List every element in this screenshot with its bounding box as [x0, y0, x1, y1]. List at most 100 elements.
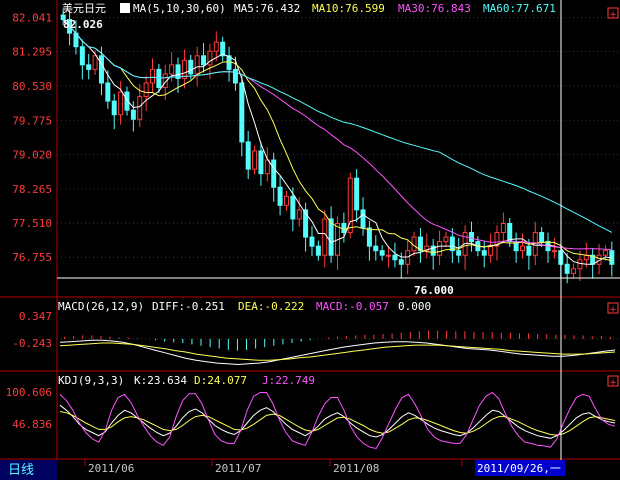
expand-price-glyph: + [609, 10, 617, 20]
candle-body [443, 236, 449, 243]
candle-body [105, 82, 111, 102]
kdj-j-line [59, 391, 616, 450]
kdj-d: D:24.077 [194, 374, 247, 387]
kdj-y-tick: 46.836 [12, 418, 52, 431]
kdj-y-tick: 100.606 [6, 386, 52, 399]
candle-body [398, 259, 404, 265]
candle-body [213, 41, 219, 52]
candle-body [194, 55, 200, 75]
price-y-tick: 79.775 [12, 114, 52, 127]
ma5-value: MA5:76.432 [234, 2, 300, 15]
candle-body [258, 150, 264, 175]
kdj-k-line [59, 404, 616, 439]
candle-body [92, 55, 98, 70]
stock-chart: 美元日元 MA(5,10,30,60) MA5:76.432 MA10:76.5… [0, 0, 620, 480]
symbol-name: 美元日元 [62, 2, 106, 15]
date-label: 2011/06 [88, 462, 134, 475]
candle-body [520, 245, 525, 252]
candle-body [79, 46, 85, 66]
candle-body [239, 82, 245, 143]
candle-body [188, 59, 194, 75]
price-y-axis: 82.041 81.295 80.530 79.775 79.020 78.265 77.5… [12, 12, 52, 265]
price-y-tick: 80.530 [12, 80, 52, 93]
period-tab-label: 日线 [8, 463, 34, 478]
candle-body [386, 254, 392, 257]
candle-body [341, 222, 347, 234]
macd-diff: DIFF:-0.251 [152, 300, 225, 313]
candle-body [315, 245, 321, 256]
candle-body [526, 245, 532, 256]
candle-body [373, 245, 379, 252]
candle-body [86, 64, 92, 70]
cursor-date: 2011/09/26,一 [477, 462, 561, 475]
price-y-tick: 77.510 [12, 217, 52, 230]
candle-body [602, 250, 608, 256]
ma-params: MA(5,10,30,60) [133, 2, 226, 15]
candle-body [290, 195, 296, 220]
high-price-label: 82.026 [63, 18, 103, 31]
macd-series [57, 330, 620, 366]
price-y-tick: 82.041 [12, 12, 52, 25]
candle-body [232, 68, 238, 84]
ma60-value: MA60:77.671 [483, 2, 556, 15]
candle-body [245, 141, 251, 170]
ma30-value: MA30:76.843 [398, 2, 471, 15]
candle-body [437, 241, 443, 256]
price-y-tick: 79.020 [12, 149, 52, 162]
candle-body [366, 227, 372, 247]
ma-settings-icon[interactable] [120, 3, 130, 13]
price-y-tick: 78.265 [12, 183, 52, 196]
candle-body [130, 109, 136, 120]
candle-body [156, 68, 162, 89]
candle-body [283, 195, 289, 206]
candle-body [111, 100, 117, 116]
kdj-j: J:22.749 [262, 374, 315, 387]
macd-dea: DEA:-0.222 [238, 300, 304, 313]
candle-body [539, 232, 545, 243]
macd-value: MACD:-0.057 [316, 300, 389, 313]
macd-extra: 0.000 [398, 300, 431, 313]
kdj-k: K:23.634 [134, 374, 187, 387]
candle-body [309, 236, 315, 247]
grid-lines [57, 17, 620, 258]
kdj-params: KDJ(9,3,3) [58, 374, 124, 387]
candle-body [169, 64, 175, 75]
candle-body [577, 259, 583, 270]
macd-params: MACD(26,12,9) [58, 300, 144, 313]
candle-body [137, 96, 143, 120]
candle-body [150, 68, 155, 84]
candle-body [379, 250, 385, 256]
kdj-series [59, 391, 616, 450]
candle-body [468, 232, 474, 243]
ma10-value: MA10:76.599 [312, 2, 385, 15]
ma30-line [62, 19, 612, 251]
candle-body [456, 250, 462, 256]
candle-body [488, 245, 494, 256]
candle-body [322, 218, 328, 256]
candle-body [277, 186, 283, 206]
date-label: 2011/07 [215, 462, 261, 475]
macd-y-tick: -0.243 [12, 337, 52, 350]
candle-body [252, 150, 258, 170]
price-y-tick: 81.295 [12, 45, 52, 58]
kdj-d-line [59, 411, 616, 436]
candle-body [449, 236, 455, 252]
candle-body [360, 209, 366, 229]
expand-macd-glyph: + [609, 305, 617, 315]
macd-dea-line [59, 342, 616, 361]
candle-body [507, 222, 513, 243]
candle-body [271, 159, 277, 188]
low-price-label: 76.000 [414, 284, 454, 297]
candle-body [481, 250, 487, 256]
candle-body [264, 159, 270, 175]
candle-body [118, 91, 124, 116]
candle-body [296, 209, 302, 220]
candle-body [143, 82, 149, 98]
candle-body [98, 55, 104, 84]
candle-body [500, 222, 506, 234]
price-y-tick: 76.755 [12, 251, 52, 264]
candle-body [551, 250, 557, 253]
macd-y-tick: 0.347 [19, 310, 52, 323]
candle-body [201, 55, 207, 66]
candle-body [392, 254, 398, 261]
